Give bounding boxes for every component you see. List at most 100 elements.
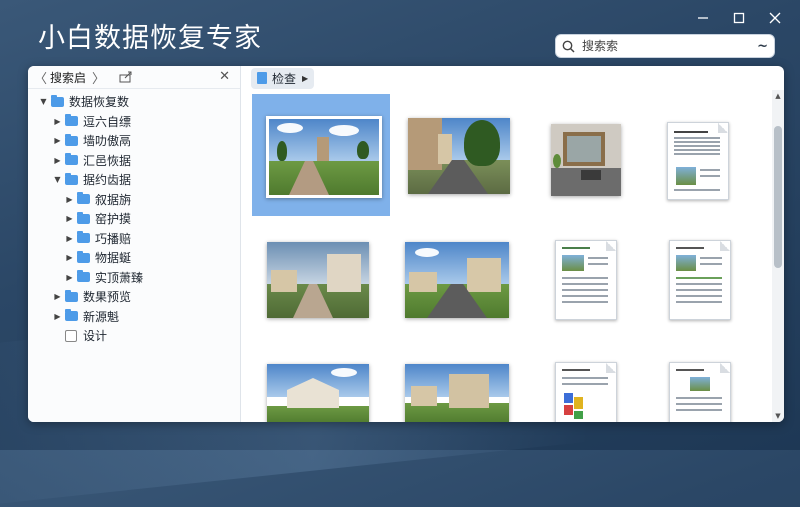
tree-item[interactable]: ▶ 墙叻傲鬲 [28, 131, 240, 151]
tree-item[interactable]: ▶ 新源魁 [28, 307, 240, 327]
minimize-icon [698, 17, 708, 19]
folder-icon [77, 211, 90, 224]
search-box[interactable]: ~ [555, 34, 775, 58]
file-thumbnail-doc-chart-2[interactable] [661, 356, 769, 422]
close-window-button[interactable] [762, 8, 788, 28]
expand-caret-icon[interactable]: ▶ [52, 156, 63, 165]
file-thumbnail-desk-room[interactable] [541, 94, 649, 216]
tree-item[interactable]: ▶ 叙据旃 [28, 190, 240, 210]
folder-icon [77, 231, 90, 244]
minimize-button[interactable] [690, 8, 716, 28]
file-thumbnail-chapel-field[interactable] [252, 94, 390, 216]
breadcrumb: 检查 ▶ [241, 66, 784, 90]
tree-item-label: 数据恢复数 [69, 95, 130, 110]
folder-icon [77, 270, 90, 283]
tree-item-label: 叙据旃 [95, 192, 132, 207]
app-title: 小白数据恢复专家 [38, 23, 262, 54]
search-icon [562, 40, 575, 53]
back-button[interactable]: 〈 [34, 68, 47, 87]
tree-item[interactable]: ▼ 数据恢复数 [28, 92, 240, 112]
file-grid-panel: 检查 ▶ ▲ ▼ [241, 66, 784, 422]
file-thumbnail-doc-chart[interactable] [541, 356, 649, 422]
breadcrumb-item[interactable]: 检查 ▶ [251, 67, 315, 89]
tree-item[interactable]: ▶ 物据蜒 [28, 248, 240, 268]
forward-button[interactable]: 〉 [92, 68, 105, 87]
tree-item[interactable]: ▶ 数果预览 [28, 287, 240, 307]
tree-item-label: 设计 [83, 329, 108, 344]
photo-preview [408, 118, 510, 194]
chevron-right-icon: ▶ [302, 73, 309, 83]
tree-item[interactable]: ▶ 巧播赔 [28, 229, 240, 249]
photo-preview [405, 242, 509, 318]
expand-caret-icon[interactable]: ▶ [64, 234, 75, 243]
file-thumbnail-village-road-2[interactable] [401, 234, 513, 324]
tree-location-label: 搜索启 [50, 70, 87, 85]
file-thumbnail-doc-text[interactable] [661, 94, 769, 216]
tree-item[interactable]: ▶ 逗六自缥 [28, 112, 240, 132]
expand-caret-icon[interactable]: ▼ [38, 97, 49, 106]
expand-caret-icon[interactable]: ▶ [64, 195, 75, 204]
expand-caret-icon[interactable]: ▶ [64, 253, 75, 262]
share-icon[interactable] [119, 71, 133, 83]
expand-caret-icon[interactable]: ▶ [52, 136, 63, 145]
photo-preview [405, 364, 509, 422]
folder-icon [77, 192, 90, 205]
main-panel: 〈 搜索启 〉 ✕ ▼ 数据恢复数 ▶ 逗六自缥 ▶ 墙叻傲鬲 ▶ 汇邑恢据 ▼… [28, 66, 784, 422]
folder-icon [65, 153, 78, 166]
folder-tree-panel: 〈 搜索启 〉 ✕ ▼ 数据恢复数 ▶ 逗六自缥 ▶ 墙叻傲鬲 ▶ 汇邑恢据 ▼… [28, 66, 241, 422]
scroll-down-icon[interactable]: ▼ [772, 410, 784, 422]
document-preview [555, 362, 617, 422]
tree-item-label: 据约齿据 [83, 173, 132, 188]
expand-caret-icon[interactable]: ▶ [52, 117, 63, 126]
vertical-scrollbar[interactable]: ▲ ▼ [772, 90, 784, 422]
folder-icon [51, 94, 64, 107]
close-icon [769, 12, 781, 24]
folder-icon [65, 114, 78, 127]
tree-item[interactable]: ▼ 据约齿据 [28, 170, 240, 190]
tree-item-label: 实顶萧臻 [95, 270, 144, 285]
search-input[interactable] [580, 38, 758, 54]
file-thumbnail-street-trees[interactable] [404, 94, 512, 216]
tree-item-label: 新源魁 [83, 309, 120, 324]
document-preview [669, 362, 731, 422]
scrollbar-thumb[interactable] [774, 126, 782, 268]
search-filter-icon[interactable]: ~ [757, 39, 768, 54]
breadcrumb-label: 检查 [272, 71, 297, 86]
document-preview [555, 240, 617, 320]
folder-tree: ▼ 数据恢复数 ▶ 逗六自缥 ▶ 墙叻傲鬲 ▶ 汇邑恢据 ▼ 据约齿据 ▶ 叙据… [28, 89, 240, 346]
expand-caret-icon[interactable]: ▶ [52, 292, 63, 301]
tree-item[interactable]: ▶ 窑护摸 [28, 209, 240, 229]
tree-item[interactable]: 设计 [28, 326, 240, 346]
photo-preview [267, 242, 369, 318]
photo-preview [267, 364, 369, 422]
tree-item-label: 物据蜒 [95, 251, 132, 266]
expand-caret-icon[interactable]: ▼ [52, 175, 63, 184]
folder-icon [65, 172, 78, 185]
document-icon [257, 72, 267, 84]
tree-item-label: 墙叻傲鬲 [83, 134, 132, 149]
tree-header: 〈 搜索启 〉 ✕ [28, 66, 240, 89]
expand-caret-icon[interactable]: ▶ [64, 273, 75, 282]
expand-caret-icon[interactable]: ▶ [64, 214, 75, 223]
tree-item[interactable]: ▶ 汇邑恢据 [28, 151, 240, 171]
expand-caret-icon[interactable]: ▶ [52, 312, 63, 321]
file-thumbnail-village-road[interactable] [265, 234, 375, 324]
tree-item-label: 窑护摸 [95, 212, 132, 227]
tree-item-label: 巧播赔 [95, 231, 132, 246]
item-checkbox[interactable] [65, 329, 77, 342]
folder-icon [77, 250, 90, 263]
file-thumbnail-mansion[interactable] [401, 356, 513, 422]
file-thumbnail-doc-report[interactable] [541, 234, 649, 324]
photo-preview [266, 116, 382, 198]
tree-item-label: 数果预览 [83, 290, 132, 305]
file-thumbnail-house[interactable] [265, 356, 375, 422]
tree-item-label: 逗六自缥 [83, 114, 132, 129]
file-thumbnail-doc-report-2[interactable] [661, 234, 769, 324]
window-controls [690, 8, 788, 28]
tree-item[interactable]: ▶ 实顶萧臻 [28, 268, 240, 288]
close-tree-button[interactable]: ✕ [219, 69, 230, 84]
scroll-up-icon[interactable]: ▲ [772, 90, 784, 102]
maximize-button[interactable] [726, 8, 752, 28]
photo-preview [551, 124, 621, 196]
maximize-icon [733, 12, 745, 24]
